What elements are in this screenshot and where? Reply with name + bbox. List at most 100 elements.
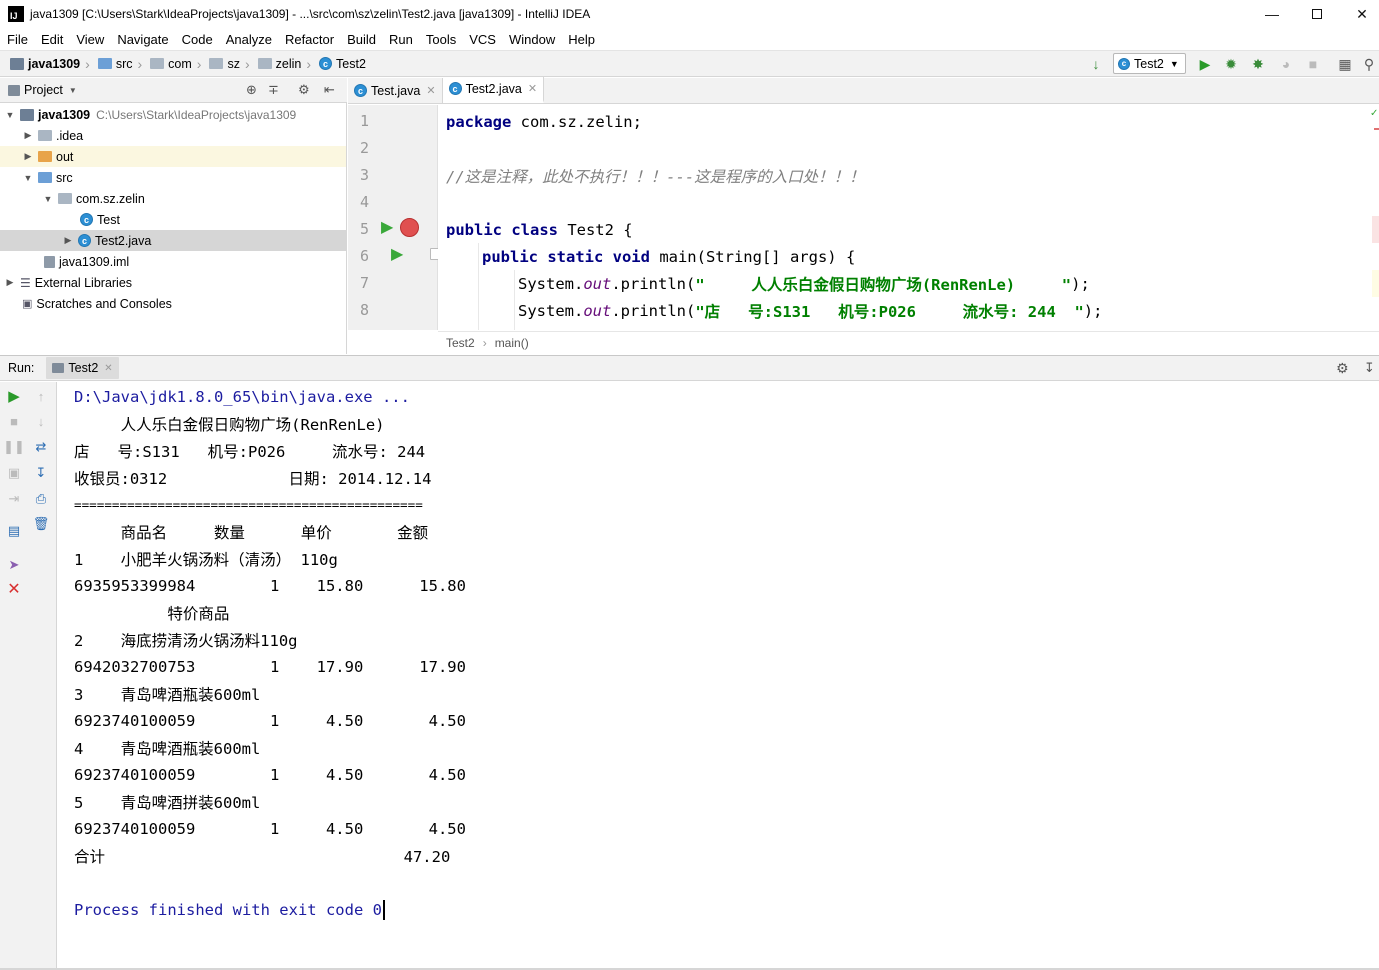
code-line: System. out .println("店 号:S131 机号:P026 流水号… bbox=[518, 301, 1103, 321]
error-stripe-marker[interactable] bbox=[1374, 128, 1379, 130]
gear-icon[interactable]: ⚙ bbox=[1336, 360, 1349, 377]
rerun-icon[interactable]: ▶ bbox=[6, 388, 22, 405]
up-arrow-icon[interactable]: ↑ bbox=[33, 388, 49, 404]
run-console[interactable]: D:\Java\jdk1.8.0_65\bin\java.exe ... 人人乐… bbox=[58, 382, 1379, 968]
menu-navigate[interactable]: Navigate bbox=[110, 32, 174, 47]
menu-analyze[interactable]: Analyze bbox=[219, 32, 278, 47]
line-number: 1 bbox=[360, 112, 370, 130]
menu-run[interactable]: Run bbox=[382, 32, 419, 47]
maximize-button[interactable] bbox=[1294, 0, 1340, 28]
line-number: 5 bbox=[360, 220, 370, 238]
console-line: 店 号:S131 机号:P026 流水号: 244 bbox=[74, 442, 426, 461]
chevron-right-icon: › bbox=[482, 336, 487, 350]
menu-code[interactable]: Code bbox=[175, 32, 219, 47]
profile-icon[interactable]: ◕ bbox=[1277, 55, 1295, 73]
editor-breadcrumbs: Test2 › main() bbox=[438, 331, 1379, 354]
console-line: D:\Java\jdk1.8.0_65\bin\java.exe ... bbox=[74, 387, 410, 406]
intellij-app-icon: IJ bbox=[8, 6, 24, 22]
run-panel-header: Run: Test2 ✕ ⚙ ↧ bbox=[0, 355, 1379, 381]
run-icon[interactable]: ▶ bbox=[1196, 55, 1214, 73]
menu-view[interactable]: View bbox=[69, 32, 110, 47]
indent-guide bbox=[514, 270, 515, 330]
tree-item-java1309[interactable]: ▼ java1309 C:\Users\Stark\IdeaProjects\j… bbox=[0, 104, 346, 125]
menu-file[interactable]: File bbox=[0, 32, 34, 47]
code-editor[interactable]: package com.sz.zelin; //这是注释，此处不执行！！！---… bbox=[438, 105, 1372, 330]
tab-test2-java[interactable]: c Test2.java ✕ bbox=[442, 77, 545, 103]
menu-edit[interactable]: Edit bbox=[34, 32, 69, 47]
coverage-icon[interactable]: ✸ bbox=[1249, 55, 1267, 73]
menu-tools[interactable]: Tools bbox=[419, 32, 462, 47]
minimize-button[interactable]: — bbox=[1249, 0, 1295, 28]
restore-layout-icon[interactable]: ▤ bbox=[6, 523, 22, 539]
project-view-icon bbox=[8, 84, 20, 96]
tree-item-package[interactable]: ▼ com.sz.zelin bbox=[0, 188, 346, 209]
collapse-all-icon[interactable]: ∓ bbox=[268, 82, 279, 98]
close-icon[interactable]: ✕ bbox=[6, 581, 22, 598]
tree-item-scratches[interactable]: ▣ Scratches and Consoles bbox=[0, 293, 346, 314]
tab-test-java[interactable]: c Test.java ✕ bbox=[348, 78, 443, 103]
run-gutter-icon[interactable]: ▶ bbox=[391, 244, 403, 264]
stop-icon[interactable]: ■ bbox=[6, 413, 22, 429]
line-number: 4 bbox=[360, 193, 370, 211]
pin-tab-icon[interactable]: ➤ bbox=[6, 557, 22, 573]
exit-icon[interactable]: ⇥ bbox=[6, 491, 22, 507]
tree-item-iml[interactable]: java1309.iml bbox=[0, 251, 346, 272]
breadcrumb-sz[interactable]: sz › bbox=[209, 56, 253, 72]
code-comment: //这是注释，此处不执行！！！---这是程序的入口处！！！ bbox=[446, 167, 865, 186]
down-arrow-icon[interactable]: ↓ bbox=[33, 413, 49, 429]
chevron-down-icon[interactable]: ▼ bbox=[42, 194, 54, 204]
close-window-button[interactable]: ✕ bbox=[1339, 0, 1379, 28]
locate-icon[interactable]: ⊕ bbox=[246, 82, 257, 98]
crumb-method[interactable]: main() bbox=[495, 336, 529, 350]
menu-refactor[interactable]: Refactor bbox=[278, 32, 340, 47]
tree-item-test[interactable]: c Test bbox=[0, 209, 346, 230]
stop-icon[interactable]: ■ bbox=[1304, 55, 1322, 73]
chevron-right-icon[interactable]: ▶ bbox=[4, 277, 16, 288]
tree-item-out[interactable]: ▶ out bbox=[0, 146, 346, 167]
chevron-down-icon[interactable]: ▼ bbox=[4, 110, 16, 120]
menu-vcs[interactable]: VCS bbox=[462, 32, 502, 47]
crumb-class[interactable]: Test2 bbox=[446, 336, 475, 350]
libraries-icon: ☰ bbox=[20, 275, 31, 290]
menu-help[interactable]: Help bbox=[561, 32, 601, 47]
close-tab-icon[interactable]: ✕ bbox=[426, 84, 435, 97]
menu-window[interactable]: Window bbox=[502, 32, 561, 47]
project-view-select[interactable]: Project bbox=[24, 83, 63, 97]
search-everywhere-icon[interactable]: ⚲ bbox=[1360, 55, 1378, 73]
chevron-right-icon[interactable]: ▶ bbox=[22, 151, 34, 162]
project-structure-icon[interactable]: ▦ bbox=[1336, 55, 1354, 73]
breadcrumb-zelin[interactable]: zelin › bbox=[257, 56, 315, 72]
menu-build[interactable]: Build bbox=[340, 32, 382, 47]
dump-threads-icon[interactable]: ▣ bbox=[6, 465, 22, 481]
build-icon[interactable]: ↓ bbox=[1087, 55, 1105, 73]
tree-item-idea[interactable]: ▶ .idea bbox=[0, 125, 346, 146]
run-tab-test2[interactable]: Test2 ✕ bbox=[46, 357, 119, 379]
close-tab-icon[interactable]: ✕ bbox=[528, 82, 537, 95]
breadcrumb-com[interactable]: com › bbox=[150, 56, 205, 72]
hide-pane-icon[interactable]: ⇤ bbox=[324, 82, 335, 98]
run-gutter-icon[interactable]: ▶ bbox=[381, 217, 393, 237]
tree-item-external-libraries[interactable]: ▶ ☰ External Libraries bbox=[0, 272, 346, 293]
breadcrumb-project[interactable]: java1309 › bbox=[10, 56, 94, 72]
run-configuration-select[interactable]: c Test2 ▼ bbox=[1113, 53, 1186, 74]
breadcrumb-test2[interactable]: c Test2 bbox=[319, 57, 366, 71]
scroll-to-end-icon[interactable]: ↧ bbox=[33, 465, 49, 481]
print-icon[interactable]: ⎙ bbox=[33, 491, 49, 507]
chevron-down-icon[interactable]: ▼ bbox=[22, 173, 34, 183]
pause-icon[interactable]: ❚❚ bbox=[3, 439, 25, 455]
hide-panel-icon[interactable]: ↧ bbox=[1364, 360, 1375, 376]
gear-icon[interactable]: ⚙ bbox=[298, 82, 310, 98]
tree-item-test2[interactable]: ▶ c Test2.java bbox=[0, 230, 346, 251]
clear-all-icon[interactable]: 🗑 bbox=[33, 516, 50, 532]
close-tab-icon[interactable]: ✕ bbox=[104, 363, 112, 374]
chevron-down-icon[interactable]: ▼ bbox=[69, 86, 77, 95]
debug-icon[interactable]: ✹ bbox=[1222, 55, 1240, 73]
chevron-right-icon[interactable]: ▶ bbox=[62, 235, 74, 246]
soft-wrap-icon[interactable]: ⇄ bbox=[33, 439, 49, 455]
code-line: package com.sz.zelin; bbox=[446, 112, 642, 131]
breadcrumb-src[interactable]: src › bbox=[97, 56, 146, 72]
breakpoint-icon[interactable] bbox=[400, 218, 419, 237]
chevron-right-icon[interactable]: ▶ bbox=[22, 130, 34, 141]
console-line: 特价商品 bbox=[74, 604, 230, 623]
tree-item-src[interactable]: ▼ src bbox=[0, 167, 346, 188]
